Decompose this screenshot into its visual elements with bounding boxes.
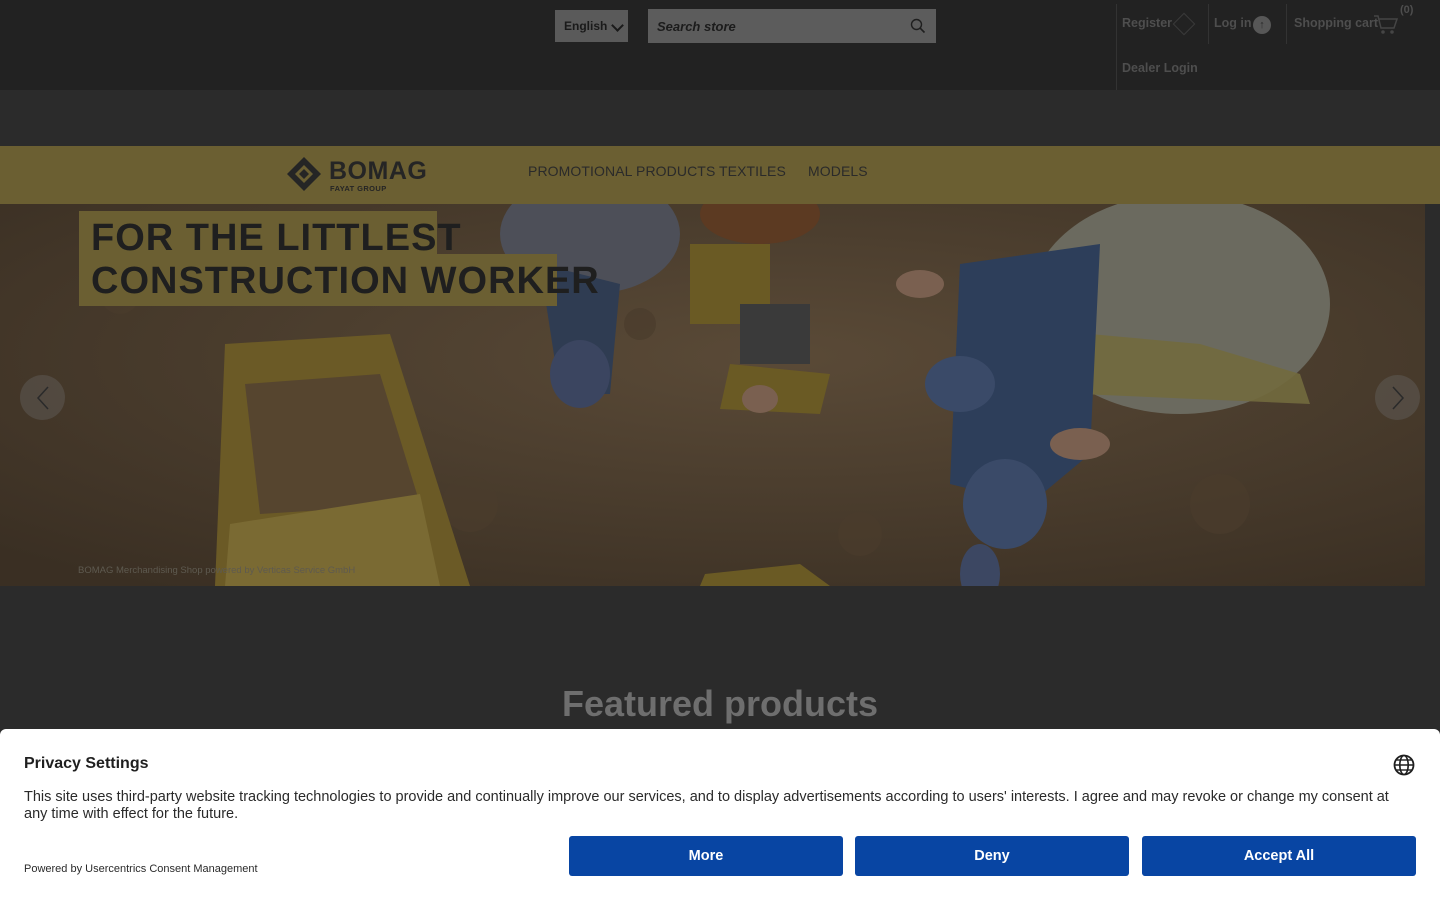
chevron-down-icon — [611, 19, 624, 32]
hero-headline-line1: FOR THE LITTLEST — [91, 217, 462, 259]
consent-description: This site uses third-party website track… — [24, 789, 1389, 822]
chevron-left-icon — [36, 385, 49, 410]
search-input[interactable]: Search store — [648, 9, 936, 43]
nav-textiles[interactable]: TEXTILES — [719, 163, 786, 179]
search-placeholder: Search store — [657, 18, 736, 34]
bomag-logo[interactable]: BOMAG FAYAT GROUP — [287, 155, 427, 197]
slider-next-button[interactable] — [1375, 375, 1420, 420]
dealer-login-link[interactable]: Dealer Login — [1122, 61, 1198, 75]
logo-subtitle: FAYAT GROUP — [330, 184, 387, 193]
account-divider — [1286, 4, 1287, 44]
hero-caption: BOMAG Merchandising Shop powered by Vert… — [78, 565, 356, 576]
featured-products-heading: Featured products — [561, 683, 879, 724]
language-select[interactable]: English — [555, 10, 628, 42]
cart-icon[interactable] — [1373, 14, 1399, 36]
logo-mark-icon — [287, 157, 321, 191]
logo-wordmark: BOMAG — [329, 157, 428, 185]
shopping-cart-link[interactable]: Shopping cart — [1294, 16, 1378, 30]
cart-count-badge: (0) — [1400, 4, 1414, 16]
hero-headline-line2: CONSTRUCTION WORKER — [91, 260, 600, 302]
globe-language-icon[interactable] — [1393, 754, 1415, 776]
search-icon[interactable] — [910, 18, 926, 34]
account-divider — [1208, 4, 1209, 44]
consent-title: Privacy Settings — [24, 755, 149, 772]
language-select-value: English — [564, 19, 608, 33]
consent-powered-by[interactable]: Powered by Usercentrics Consent Manageme… — [24, 863, 258, 875]
accept-all-button[interactable]: Accept All — [1142, 836, 1416, 876]
login-link[interactable]: Log in — [1214, 16, 1252, 30]
privacy-consent-banner: Privacy Settings This site uses third-pa… — [0, 729, 1440, 900]
login-arrow-icon: ↑ — [1253, 16, 1271, 34]
slider-prev-button[interactable] — [20, 375, 65, 420]
more-button[interactable]: More — [569, 836, 843, 876]
register-link[interactable]: Register — [1122, 16, 1172, 30]
nav-promotional-products[interactable]: PROMOTIONAL PRODUCTS — [528, 163, 715, 179]
hero-edge — [1425, 204, 1440, 586]
account-divider — [1116, 4, 1117, 90]
chevron-right-icon — [1391, 385, 1404, 410]
nav-models[interactable]: MODELS — [808, 163, 868, 179]
deny-button[interactable]: Deny — [855, 836, 1129, 876]
